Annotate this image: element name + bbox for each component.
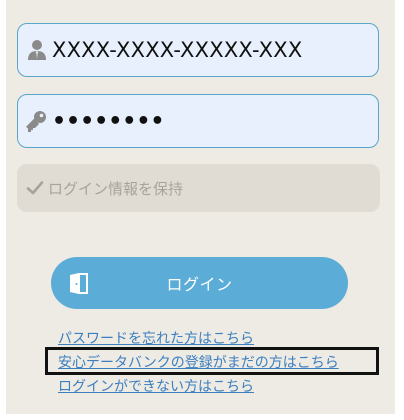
login-button-label: ログイン xyxy=(166,277,233,294)
password-field[interactable] xyxy=(17,94,379,148)
remember-login-label: ログイン情報を保持 xyxy=(48,179,184,198)
forgot-password-link[interactable]: パスワードを忘れた方はこちら xyxy=(58,328,254,348)
password-input[interactable] xyxy=(52,101,372,141)
user-id-field[interactable] xyxy=(17,23,379,77)
key-icon xyxy=(26,109,48,133)
login-button[interactable]: ログイン xyxy=(51,257,348,309)
remember-login-toggle[interactable]: ログイン情報を保持 xyxy=(17,164,380,212)
register-link[interactable]: 安心データバンクの登録がまだの方はこちら xyxy=(58,352,339,372)
user-icon xyxy=(26,38,48,62)
cannot-login-link[interactable]: ログインができない方はこちら xyxy=(58,376,254,396)
check-icon xyxy=(26,179,44,197)
user-id-input[interactable] xyxy=(52,30,372,70)
